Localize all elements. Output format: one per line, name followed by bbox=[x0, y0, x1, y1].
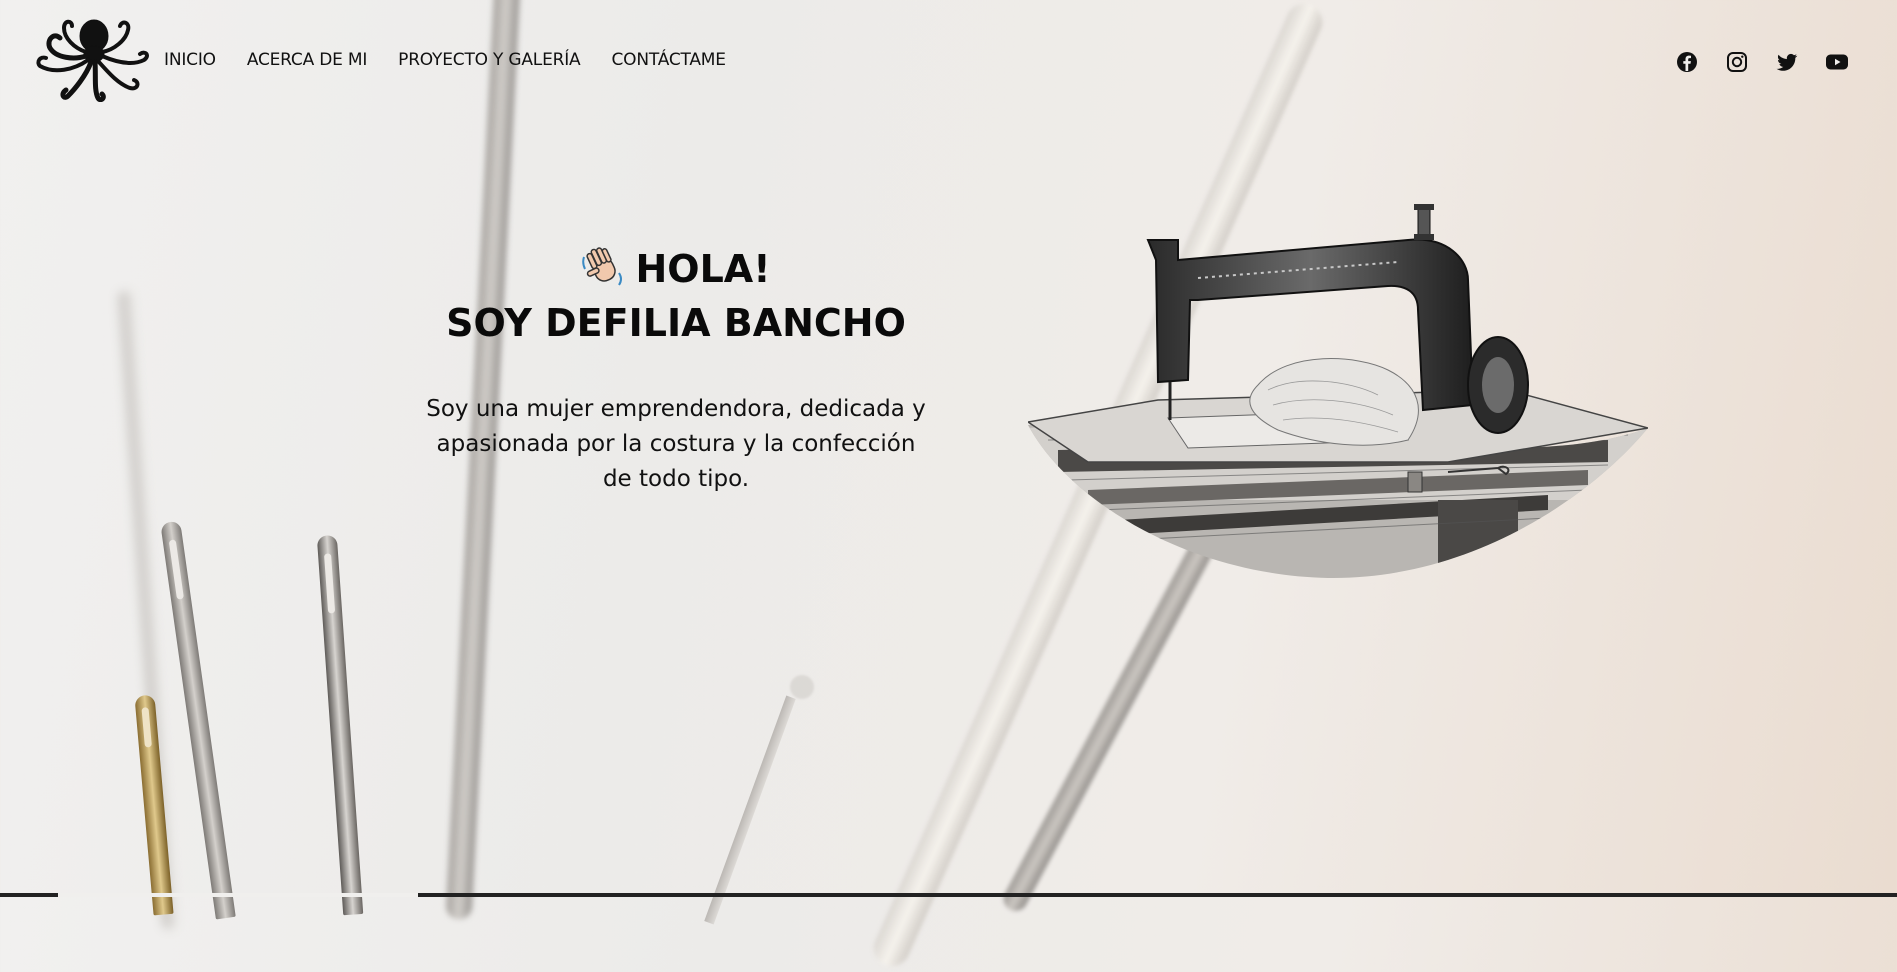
background-needle bbox=[160, 520, 236, 920]
nav-item-proyecto-y-galeria[interactable]: PROYECTO Y GALERÍA bbox=[398, 50, 581, 70]
background-needle bbox=[316, 534, 364, 916]
hero-description: Soy una mujer emprendendora, dedicada y … bbox=[426, 396, 926, 492]
main-nav: INICIO ACERCA DE MI PROYECTO Y GALERÍA C… bbox=[164, 50, 726, 70]
nav-item-acerca-de-mi[interactable]: ACERCA DE MI bbox=[247, 50, 368, 70]
hero-greeting: HOLA! bbox=[635, 247, 771, 291]
site-header: INICIO ACERCA DE MI PROYECTO Y GALERÍA C… bbox=[0, 0, 1897, 120]
hero-heading: HOLA! SOY DEFILIA BANCHO bbox=[420, 242, 932, 350]
hero-greeting-line: HOLA! bbox=[420, 242, 932, 296]
facebook-icon[interactable] bbox=[1675, 50, 1699, 74]
hero-name: SOY DEFILIA BANCHO bbox=[446, 301, 906, 345]
background-pin bbox=[704, 695, 796, 925]
sewing-machine-illustration bbox=[1028, 204, 1648, 579]
nav-item-contactame[interactable]: CONTÁCTAME bbox=[611, 50, 726, 70]
instagram-icon[interactable] bbox=[1725, 50, 1749, 74]
twitter-icon[interactable] bbox=[1775, 50, 1799, 74]
social-links bbox=[1675, 50, 1849, 74]
background-pin-head bbox=[790, 675, 814, 699]
youtube-icon[interactable] bbox=[1825, 50, 1849, 74]
bottom-divider bbox=[0, 893, 1897, 897]
waving-hand-icon bbox=[582, 247, 623, 286]
nav-item-inicio[interactable]: INICIO bbox=[164, 50, 216, 70]
octopus-logo[interactable] bbox=[34, 10, 152, 102]
